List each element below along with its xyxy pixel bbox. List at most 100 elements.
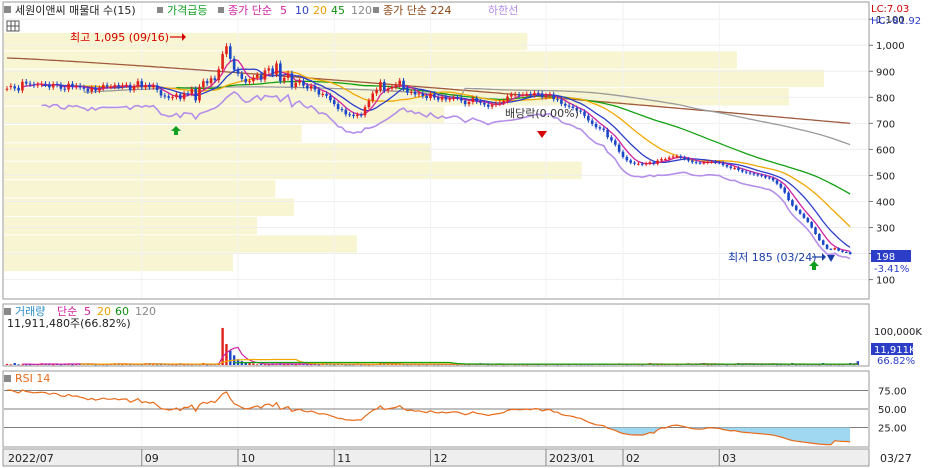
candle bbox=[660, 159, 663, 161]
candle bbox=[525, 93, 529, 95]
candle bbox=[783, 187, 786, 193]
volume-ytick: 100,000K bbox=[874, 327, 922, 338]
price-tick-label: 1,000 bbox=[876, 41, 905, 52]
candle bbox=[213, 78, 217, 81]
last-price: 198 bbox=[876, 252, 895, 263]
volume-bar bbox=[259, 363, 263, 365]
price-tick-label: 900 bbox=[876, 67, 895, 78]
candle bbox=[629, 160, 632, 163]
candle bbox=[540, 93, 544, 98]
candle bbox=[286, 73, 290, 78]
candle bbox=[563, 103, 567, 106]
candle bbox=[417, 93, 421, 95]
candle bbox=[67, 83, 70, 90]
candle bbox=[717, 162, 721, 164]
candle bbox=[78, 85, 82, 88]
date-label: 03 bbox=[722, 452, 736, 465]
candle bbox=[321, 93, 324, 95]
candle bbox=[225, 46, 228, 55]
candle bbox=[394, 84, 398, 87]
stock-chart[interactable]: 1,1001,000900800700600500400300200100202… bbox=[0, 0, 936, 468]
candle bbox=[113, 85, 117, 87]
candle bbox=[229, 46, 232, 59]
candle bbox=[271, 68, 274, 75]
candle bbox=[82, 87, 86, 89]
candle bbox=[236, 69, 240, 74]
candle bbox=[63, 88, 67, 90]
price-tick-label: 100 bbox=[876, 276, 895, 287]
volume-profile-band bbox=[4, 51, 737, 69]
candle bbox=[105, 85, 109, 87]
low-label: 최저 185 (03/24) bbox=[728, 251, 817, 264]
candle bbox=[128, 84, 132, 91]
candle bbox=[144, 85, 147, 88]
candle bbox=[825, 244, 829, 249]
candle bbox=[845, 251, 848, 253]
hc-readout: HC:-81.92 bbox=[871, 16, 921, 27]
candle bbox=[32, 84, 36, 86]
candle bbox=[159, 90, 163, 96]
candle bbox=[371, 93, 375, 101]
candle bbox=[182, 93, 186, 99]
volume-bar bbox=[9, 364, 13, 366]
candle bbox=[240, 73, 244, 79]
candle bbox=[259, 74, 263, 80]
candle bbox=[814, 227, 817, 235]
candle bbox=[594, 123, 598, 128]
volume-last-tag-text: 11,911K bbox=[874, 345, 916, 356]
price-tick-label: 800 bbox=[876, 93, 895, 104]
candle bbox=[702, 162, 706, 164]
candle bbox=[317, 89, 321, 95]
candle bbox=[28, 83, 32, 85]
legend-ma-120: 120 bbox=[351, 4, 372, 17]
candle bbox=[748, 172, 752, 174]
date-label: 03/27 bbox=[880, 452, 912, 465]
candle bbox=[667, 157, 671, 160]
candle bbox=[413, 91, 417, 95]
candle bbox=[590, 120, 594, 124]
candle bbox=[244, 78, 247, 83]
candle bbox=[510, 94, 513, 97]
candle bbox=[36, 84, 40, 86]
volume-last-text: 11,911,480주(66.82%) bbox=[7, 317, 131, 330]
annotation-low: 최저 185 (03/24) bbox=[728, 251, 826, 264]
candle bbox=[602, 128, 606, 130]
candle bbox=[294, 82, 298, 87]
volume-profile-band bbox=[4, 106, 445, 124]
candle bbox=[406, 88, 409, 93]
candle bbox=[683, 157, 686, 159]
candle bbox=[456, 97, 459, 99]
candle bbox=[209, 78, 213, 84]
volume-bar bbox=[229, 350, 232, 365]
legend-square-icon bbox=[218, 7, 224, 13]
candle bbox=[440, 97, 444, 100]
candle bbox=[517, 94, 521, 96]
main-legend[interactable]: 세원이앤씨 매물대 수(15) 가격급등 종가 단순 5 10 20 45 12… bbox=[4, 3, 518, 17]
volume-profile-band bbox=[4, 216, 258, 235]
candle bbox=[175, 94, 178, 98]
annotation-dividend: 배당락(0.00%) bbox=[505, 107, 579, 120]
candle bbox=[409, 91, 413, 93]
candle bbox=[617, 144, 621, 152]
grid-icon[interactable] bbox=[6, 20, 20, 32]
candle bbox=[17, 87, 20, 91]
date-label: 2022/07 bbox=[8, 452, 54, 465]
legend-square-icon bbox=[157, 7, 163, 13]
candle bbox=[190, 88, 194, 94]
price-tick-label: 300 bbox=[876, 224, 895, 235]
candle bbox=[548, 94, 552, 96]
candle bbox=[506, 96, 509, 101]
candle bbox=[752, 173, 756, 175]
candle bbox=[290, 73, 294, 87]
candle bbox=[710, 161, 713, 163]
candle bbox=[44, 83, 47, 85]
candle bbox=[186, 93, 190, 95]
candle bbox=[398, 80, 401, 85]
price-tick-label: 700 bbox=[876, 119, 895, 130]
legend-ma-5: 5 bbox=[280, 4, 287, 17]
candle bbox=[640, 163, 644, 165]
price-tick-label: 500 bbox=[876, 171, 895, 182]
legend-lower-band: 하한선 bbox=[488, 3, 518, 17]
candle bbox=[687, 158, 690, 161]
candle bbox=[98, 88, 101, 91]
